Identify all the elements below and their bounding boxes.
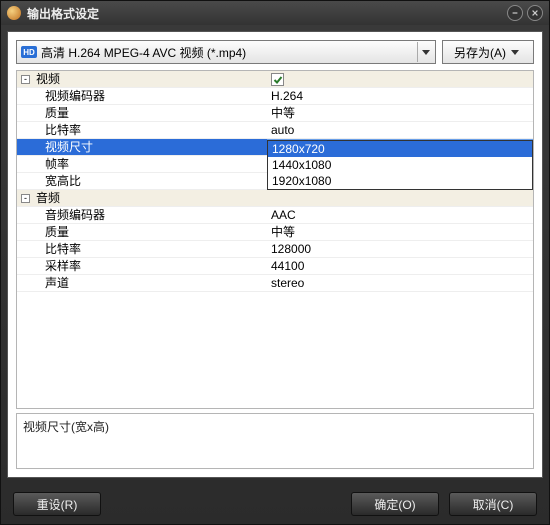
prop-audio-channels[interactable]: 声道stereo xyxy=(17,275,533,292)
video-size-dropdown[interactable]: 1280x720 1440x1080 1920x1080 xyxy=(267,140,533,190)
content-panel: HD 高清 H.264 MPEG-4 AVC 视频 (*.mp4) 另存为(A)… xyxy=(7,31,543,478)
prop-video-encoder[interactable]: 视频编码器H.264 xyxy=(17,88,533,105)
reset-button[interactable]: 重设(R) xyxy=(13,492,101,516)
prop-audio-encoder[interactable]: 音频编码器AAC xyxy=(17,207,533,224)
prop-audio-samplerate[interactable]: 采样率44100 xyxy=(17,258,533,275)
prop-video-quality[interactable]: 质量中等 xyxy=(17,105,533,122)
collapse-icon[interactable]: - xyxy=(21,194,30,203)
prop-video-bitrate[interactable]: 比特率auto xyxy=(17,122,533,139)
app-icon xyxy=(7,6,21,20)
cancel-button[interactable]: 取消(C) xyxy=(449,492,537,516)
collapse-icon[interactable]: - xyxy=(21,75,30,84)
save-as-label: 另存为(A) xyxy=(454,44,506,61)
close-button[interactable] xyxy=(527,5,543,21)
description-panel: 视频尺寸(宽x高) xyxy=(16,413,534,469)
format-select[interactable]: HD 高清 H.264 MPEG-4 AVC 视频 (*.mp4) xyxy=(16,40,436,64)
format-label: 高清 H.264 MPEG-4 AVC 视频 (*.mp4) xyxy=(41,44,417,61)
chevron-down-icon xyxy=(417,42,433,62)
window-title: 输出格式设定 xyxy=(27,5,503,22)
titlebar: 输出格式设定 xyxy=(1,1,549,25)
size-option[interactable]: 1280x720 xyxy=(268,141,532,157)
hd-icon: HD xyxy=(21,46,37,58)
property-grid: -视频 视频编码器H.264 质量中等 比特率auto 视频尺寸 1280x72… xyxy=(16,70,534,409)
ok-button[interactable]: 确定(O) xyxy=(351,492,439,516)
save-as-button[interactable]: 另存为(A) xyxy=(442,40,534,64)
minimize-button[interactable] xyxy=(507,5,523,21)
size-option[interactable]: 1920x1080 xyxy=(268,173,532,189)
prop-audio-bitrate[interactable]: 比特率128000 xyxy=(17,241,533,258)
footer: 重设(R) 确定(O) 取消(C) xyxy=(1,484,549,524)
group-audio[interactable]: -音频 xyxy=(17,190,533,207)
top-row: HD 高清 H.264 MPEG-4 AVC 视频 (*.mp4) 另存为(A) xyxy=(16,40,534,64)
output-format-dialog: 输出格式设定 HD 高清 H.264 MPEG-4 AVC 视频 (*.mp4)… xyxy=(0,0,550,525)
prop-audio-quality[interactable]: 质量中等 xyxy=(17,224,533,241)
video-enable-checkbox[interactable] xyxy=(271,73,284,86)
chevron-down-icon xyxy=(508,50,522,55)
size-option[interactable]: 1440x1080 xyxy=(268,157,532,173)
group-video[interactable]: -视频 xyxy=(17,71,533,88)
